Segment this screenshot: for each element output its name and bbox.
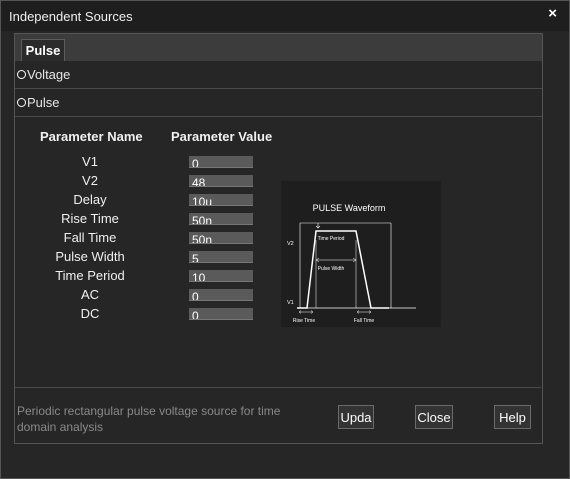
independent-sources-window: Independent Sources × Pulse Voltage Puls… xyxy=(0,0,570,479)
arrow-down-icon xyxy=(315,223,321,229)
update-button[interactable]: Upda xyxy=(338,405,374,429)
param-input-time-period[interactable]: 10 xyxy=(189,270,253,282)
param-name-pulse-width: Pulse Width xyxy=(55,249,125,264)
waveform-title: PULSE Waveform xyxy=(313,203,386,213)
waveform-time-period-label: Time Period xyxy=(318,236,345,242)
param-name-rise-time: Rise Time xyxy=(61,211,119,226)
waveform-pulse-width-label: Pulse Width xyxy=(318,266,345,272)
title-bar: Independent Sources × xyxy=(1,1,569,31)
param-name-ac: AC xyxy=(80,287,100,302)
waveform-v1-label: V1 xyxy=(287,300,294,306)
param-name-v1: V1 xyxy=(82,154,98,169)
tab-strip: Pulse xyxy=(14,33,543,63)
tab-pulse[interactable]: Pulse xyxy=(21,39,65,63)
parameter-name-header: Parameter Name xyxy=(40,129,143,144)
rise-time-arrow-icon xyxy=(298,310,314,314)
waveform-rise-time-label: Rise Time xyxy=(293,318,315,324)
help-button[interactable]: Help xyxy=(494,405,531,429)
param-input-dc[interactable]: 0 xyxy=(189,308,253,320)
param-name-delay: Delay xyxy=(73,192,107,207)
radio-button-icon[interactable] xyxy=(17,98,26,107)
radio-label-pulse: Pulse xyxy=(27,95,60,110)
param-input-rise-time[interactable]: 50n xyxy=(189,213,253,225)
close-icon[interactable]: × xyxy=(548,5,557,22)
radio-voltage[interactable]: Voltage xyxy=(15,61,542,89)
source-description: Periodic rectangular pulse voltage sourc… xyxy=(17,404,281,434)
footer-divider xyxy=(14,387,541,388)
close-button[interactable]: Close xyxy=(415,405,453,429)
param-input-fall-time[interactable]: 50n xyxy=(189,232,253,244)
param-input-v1[interactable]: 0 xyxy=(189,156,253,168)
parameter-value-header: Parameter Value xyxy=(171,129,273,144)
param-name-time-period: Time Period xyxy=(55,268,125,283)
param-name-fall-time: Fall Time xyxy=(63,230,117,245)
window-title: Independent Sources xyxy=(9,9,133,24)
param-name-dc: DC xyxy=(80,306,100,321)
radio-label-voltage: Voltage xyxy=(27,67,71,82)
fall-time-arrow-icon xyxy=(356,310,372,314)
param-input-ac[interactable]: 0 xyxy=(189,289,253,301)
param-input-delay[interactable]: 10u xyxy=(189,194,253,206)
pulse-waveform-diagram: PULSE Waveform V2 V1 Time Period Pulse W… xyxy=(281,181,441,327)
param-name-v2: V2 xyxy=(82,173,98,188)
radio-pulse[interactable]: Pulse xyxy=(15,89,542,117)
waveform-v2-label: V2 xyxy=(287,241,294,247)
param-input-v2[interactable]: 48 xyxy=(189,175,253,187)
param-input-pulse-width[interactable]: 5 xyxy=(189,251,253,263)
waveform-fall-time-label: Fall Time xyxy=(354,318,375,324)
radio-button-icon[interactable] xyxy=(17,70,26,79)
